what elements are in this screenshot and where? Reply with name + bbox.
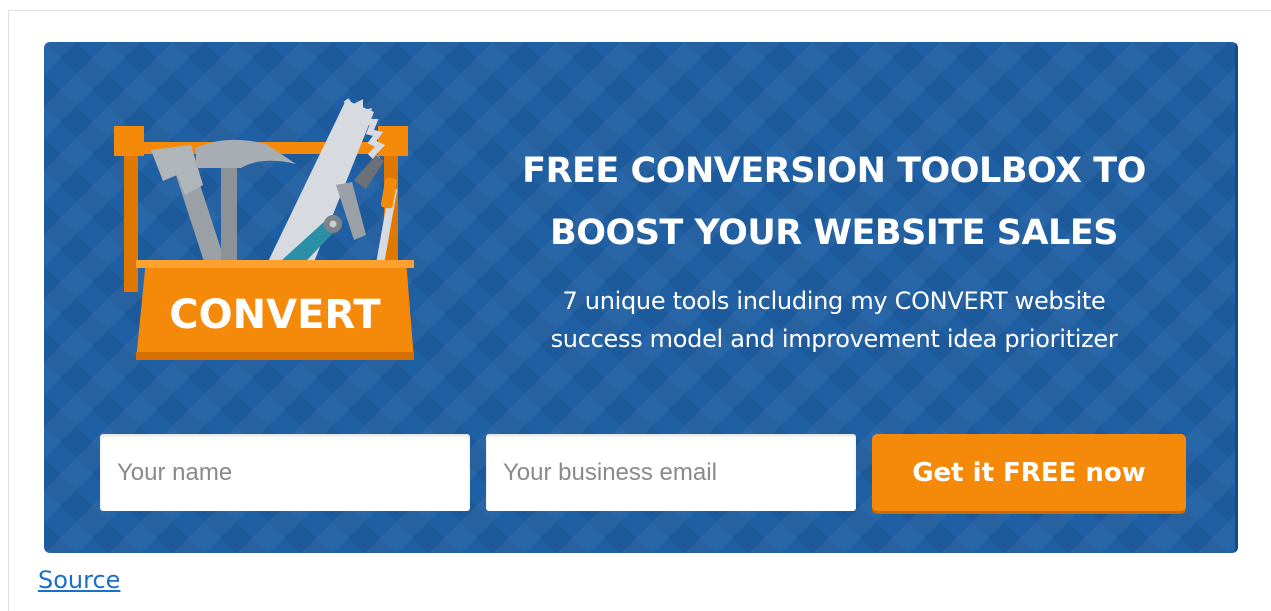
subheadline-line-2: success model and improvement idea prior…: [550, 325, 1118, 353]
business-email-input[interactable]: [486, 434, 856, 511]
toolbox-label: CONVERT: [169, 292, 381, 338]
source-link[interactable]: Source: [38, 566, 120, 594]
name-input[interactable]: [100, 434, 470, 511]
subheadline-line-1: 7 unique tools including my CONVERT webs…: [562, 287, 1106, 315]
headline-line-2: BOOST YOUR WEBSITE SALES: [550, 213, 1118, 253]
get-it-free-button[interactable]: Get it FREE now: [872, 434, 1186, 511]
toolbox-illustration: CONVERT: [114, 98, 414, 360]
headline: FREE CONVERSION TOOLBOX TO BOOST YOUR WE…: [464, 140, 1204, 264]
headline-line-1: FREE CONVERSION TOOLBOX TO: [522, 151, 1146, 191]
subheadline: 7 unique tools including my CONVERT webs…: [464, 282, 1204, 358]
saw-icon: [264, 98, 386, 282]
banner-edge: [1235, 42, 1238, 553]
opt-in-banner: CONVERT FREE CONVERSION TOOLBOX TO BOOST…: [44, 42, 1238, 553]
